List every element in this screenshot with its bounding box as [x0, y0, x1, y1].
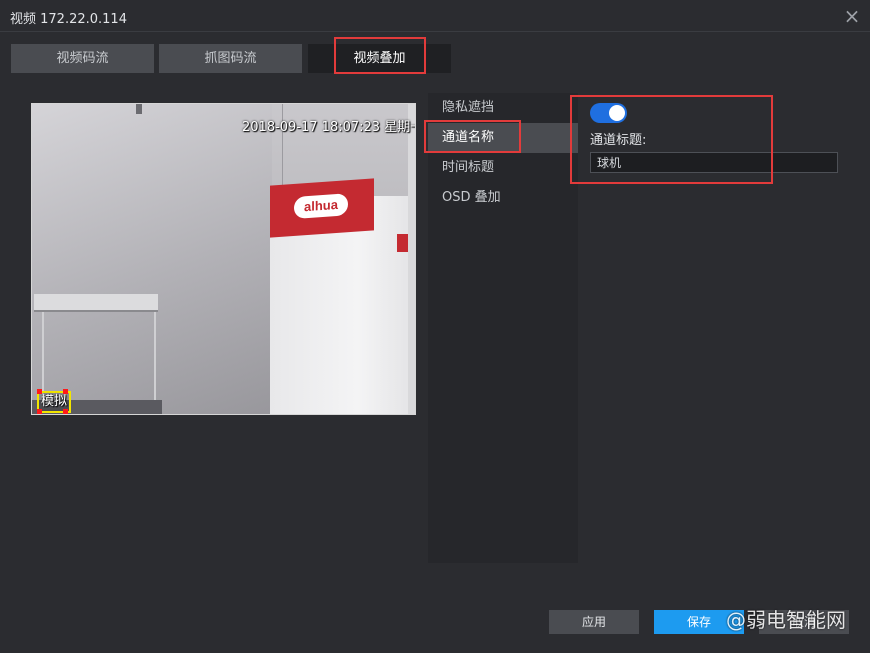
window-title: 视频 172.22.0.114 — [10, 12, 127, 27]
osd-channel-text: 模拟 — [41, 394, 68, 409]
submenu-item-time-title[interactable]: 时间标题 — [428, 153, 578, 183]
submenu-item-channel-name[interactable]: 通道名称 — [428, 123, 578, 153]
submenu-item-osd-overlay[interactable]: OSD 叠加 — [428, 183, 578, 213]
tab-video-overlay[interactable]: 视频叠加 — [308, 44, 451, 73]
resize-handle[interactable] — [37, 389, 42, 394]
channel-title-input[interactable] — [590, 152, 838, 173]
osd-time-overlay[interactable]: 2018-09-17 18:07:23 星期一 — [242, 116, 415, 135]
tab-video-stream[interactable]: 视频码流 — [11, 44, 154, 73]
title-bar: 视频 172.22.0.114 × — [0, 0, 870, 32]
preview-rack — [34, 294, 158, 312]
resize-handle[interactable] — [63, 389, 68, 394]
tab-snapshot-stream[interactable]: 抓图码流 — [159, 44, 302, 73]
close-icon[interactable]: × — [840, 4, 864, 28]
channel-title-label: 通道标题: — [590, 133, 647, 148]
watermark-text: @弱电智能网 — [726, 608, 846, 632]
overlay-submenu: 隐私遮挡 通道名称 时间标题 OSD 叠加 — [428, 93, 578, 563]
submenu-item-privacy-mask[interactable]: 隐私遮挡 — [428, 93, 578, 123]
preview-rack-leg — [154, 312, 156, 412]
preview-right-wall — [408, 104, 415, 414]
channel-name-toggle[interactable] — [590, 103, 627, 123]
resize-handle[interactable] — [37, 409, 42, 414]
toggle-knob — [609, 105, 625, 121]
apply-button[interactable]: 应用 — [549, 610, 639, 634]
preview-sign: alhua — [270, 178, 374, 238]
resize-handle[interactable] — [63, 409, 68, 414]
brand-logo: alhua — [294, 193, 348, 219]
preview-wall — [32, 104, 272, 414]
preview-hook — [136, 104, 142, 114]
video-preview: alhua 2018-09-17 18:07:23 星期一 模拟 — [31, 103, 416, 415]
